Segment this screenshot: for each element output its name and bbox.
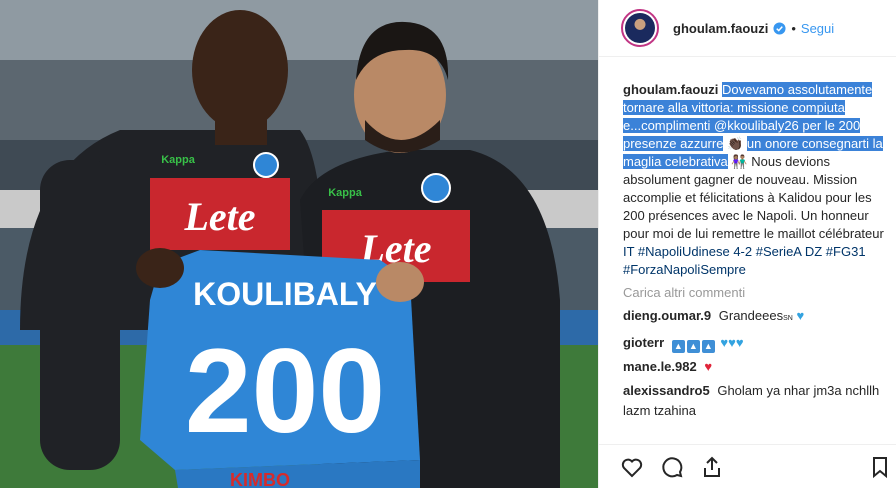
top-emoji-icon: ▲: [701, 340, 715, 353]
jersey-bottom-sponsor: KIMBO: [230, 470, 290, 488]
comment-item: gioterr ▲ ▲ ▲ ♥♥♥: [599, 331, 896, 355]
follow-button[interactable]: Segui: [801, 21, 834, 36]
comment-username[interactable]: alexissandro5: [623, 383, 710, 398]
comment-suffix: SN: [783, 315, 793, 322]
caption-username[interactable]: ghoulam.faouzi: [623, 82, 718, 97]
comment-username[interactable]: gioterr: [623, 335, 664, 350]
top-emoji-icon: ▲: [686, 340, 700, 353]
instagram-post: Lete Kappa Lete Kappa KOULIBALY 200 KIMB…: [0, 0, 896, 488]
blue-heart-icon: ♥: [796, 308, 805, 323]
comment-item: alexissandro5 Gholam ya nhar jm3a nchllh…: [599, 379, 896, 423]
comment-username[interactable]: dieng.oumar.9: [623, 308, 711, 323]
photo-illustration: Lete Kappa Lete Kappa KOULIBALY 200 KIMB…: [0, 0, 598, 488]
comment-icon[interactable]: [660, 455, 684, 479]
brand-left: Kappa: [161, 154, 196, 166]
caption-emoji-1: 👏🏿: [727, 136, 744, 151]
jersey-number: 200: [185, 324, 385, 458]
brand-right: Kappa: [328, 187, 363, 199]
caption-hashtags[interactable]: IT #NapoliUdinese 4-2 #SerieA DZ #FG31 #…: [623, 243, 884, 279]
avatar[interactable]: [621, 9, 659, 47]
post-sidebar: ghoulam.faouzi • Segui ghoulam.faouzi Do…: [598, 0, 896, 488]
load-more-comments[interactable]: Carica altri commenti: [599, 279, 896, 304]
caption: ghoulam.faouzi Dovevamo assolutamente to…: [599, 57, 896, 279]
comment-text: Grandeees: [718, 308, 784, 323]
jersey-name: KOULIBALY: [193, 276, 377, 312]
post-photo[interactable]: Lete Kappa Lete Kappa KOULIBALY 200 KIMB…: [0, 0, 598, 488]
red-heart-icon: ♥: [704, 359, 713, 374]
action-bar: [598, 444, 896, 488]
header-separator: •: [791, 20, 796, 36]
comment-item: dieng.oumar.9 GrandeeesSN ♥: [599, 304, 896, 331]
sponsor-left: Lete: [183, 194, 255, 239]
like-icon[interactable]: [620, 455, 644, 479]
comment-username[interactable]: mane.le.982: [623, 359, 697, 374]
share-icon[interactable]: [700, 455, 724, 479]
save-icon[interactable]: [868, 455, 892, 479]
top-emoji-icon: ▲: [671, 340, 685, 353]
verified-icon: [773, 21, 786, 35]
caption-emoji-2: 👫🏽: [731, 154, 748, 169]
post-header: ghoulam.faouzi • Segui: [599, 0, 896, 57]
comment-item: mane.le.982 ♥: [599, 355, 896, 379]
header-username[interactable]: ghoulam.faouzi: [673, 21, 768, 36]
blue-heart-icon: ♥♥♥: [720, 335, 744, 350]
avatar-image: [625, 13, 655, 43]
